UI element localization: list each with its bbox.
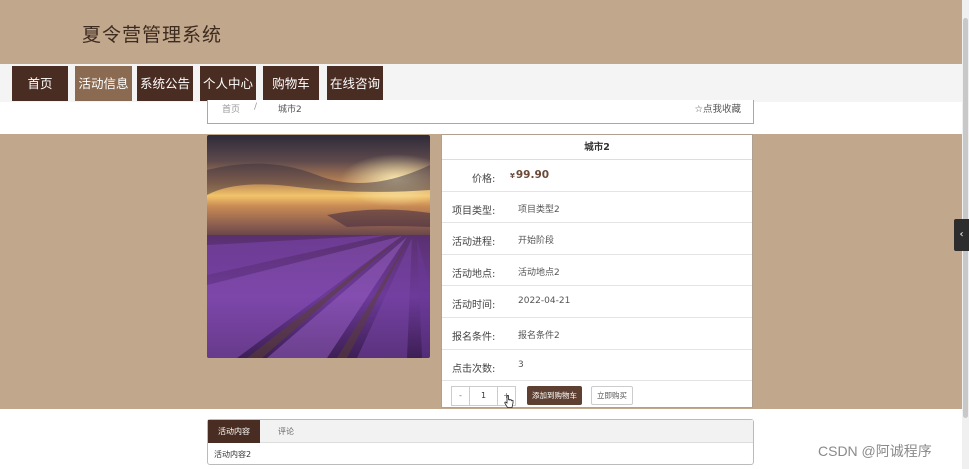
field-row-type: 项目类型: 项目类型2 [442,192,752,224]
tab-header: 活动内容 评论 [208,420,753,443]
field-row-progress: 活动进程: 开始阶段 [442,223,752,255]
tab-activity-content[interactable]: 活动内容 [208,420,260,443]
favorite-button[interactable]: ☆点我收藏 [694,101,741,115]
field-value: 项目类型2 [518,204,560,215]
site-title: 夏令营管理系统 [82,24,223,46]
watermark: CSDN @阿诚程序 [818,443,932,459]
field-label: 报名条件: [452,331,496,343]
field-value: 3 [518,359,524,370]
product-image [207,135,430,358]
nav-item-home[interactable]: 首页 [12,66,68,101]
nav-item-consult[interactable]: 在线咨询 [327,66,383,101]
field-row-clicks: 点击次数: 3 [442,350,752,382]
field-value: 报名条件2 [518,330,560,341]
quantity-minus-button[interactable]: - [452,387,469,405]
quantity-input[interactable]: 1 [469,387,498,406]
main-nav: 首页 活动信息 系统公告 个人中心 购物车 在线咨询 [0,64,969,102]
content-tabs: 活动内容 评论 活动内容2 [207,419,754,465]
action-row: - 1 + 添加到购物车 立即购买 [442,381,752,411]
field-value: 活动地点2 [518,267,560,278]
nav-item-cart[interactable]: 购物车 [263,66,319,101]
price-currency: ¥ [510,172,515,180]
field-value: 2022-04-21 [518,296,571,307]
field-row-time: 活动时间: 2022-04-21 [442,286,752,318]
price-value: ¥99.90 [510,169,549,181]
lavender-field-sunset-photo [207,135,430,358]
field-label: 点击次数: [452,363,496,375]
price-amount: 99.90 [515,169,550,181]
product-name: 城市2 [442,135,752,160]
field-label: 活动地点: [452,268,496,280]
hand-cursor-icon [504,395,514,409]
chevron-left-icon[interactable]: ‹ [954,219,969,251]
field-label: 项目类型: [452,205,496,217]
price-row: 价格: ¥99.90 [442,160,752,192]
nav-item-activities[interactable]: 活动信息 [75,66,132,101]
breadcrumb-home[interactable]: 首页 [222,102,240,115]
field-value: 开始阶段 [518,236,555,247]
field-label: 活动进程: [452,237,496,249]
breadcrumb-separator: / [254,102,258,112]
nav-item-announcements[interactable]: 系统公告 [137,66,193,101]
field-label: 活动时间: [452,300,496,312]
price-label: 价格: [472,174,496,185]
buy-now-button[interactable]: 立即购买 [591,386,633,406]
scrollbar-thumb[interactable] [963,18,968,418]
add-to-cart-button[interactable]: 添加到购物车 [527,386,582,406]
field-row-condition: 报名条件: 报名条件2 [442,318,752,350]
tab-comments[interactable]: 评论 [278,420,294,443]
breadcrumb: 首页 / 城市2 ☆点我收藏 [207,100,754,124]
tab-content: 活动内容2 [214,450,252,459]
site-header: 夏令营管理系统 [0,0,969,64]
nav-item-profile[interactable]: 个人中心 [200,66,256,101]
field-row-location: 活动地点: 活动地点2 [442,255,752,287]
product-info-table: 城市2 价格: ¥99.90 项目类型: 项目类型2 活动进程: 开始阶段 活动… [441,134,753,411]
breadcrumb-current: 城市2 [278,105,302,115]
